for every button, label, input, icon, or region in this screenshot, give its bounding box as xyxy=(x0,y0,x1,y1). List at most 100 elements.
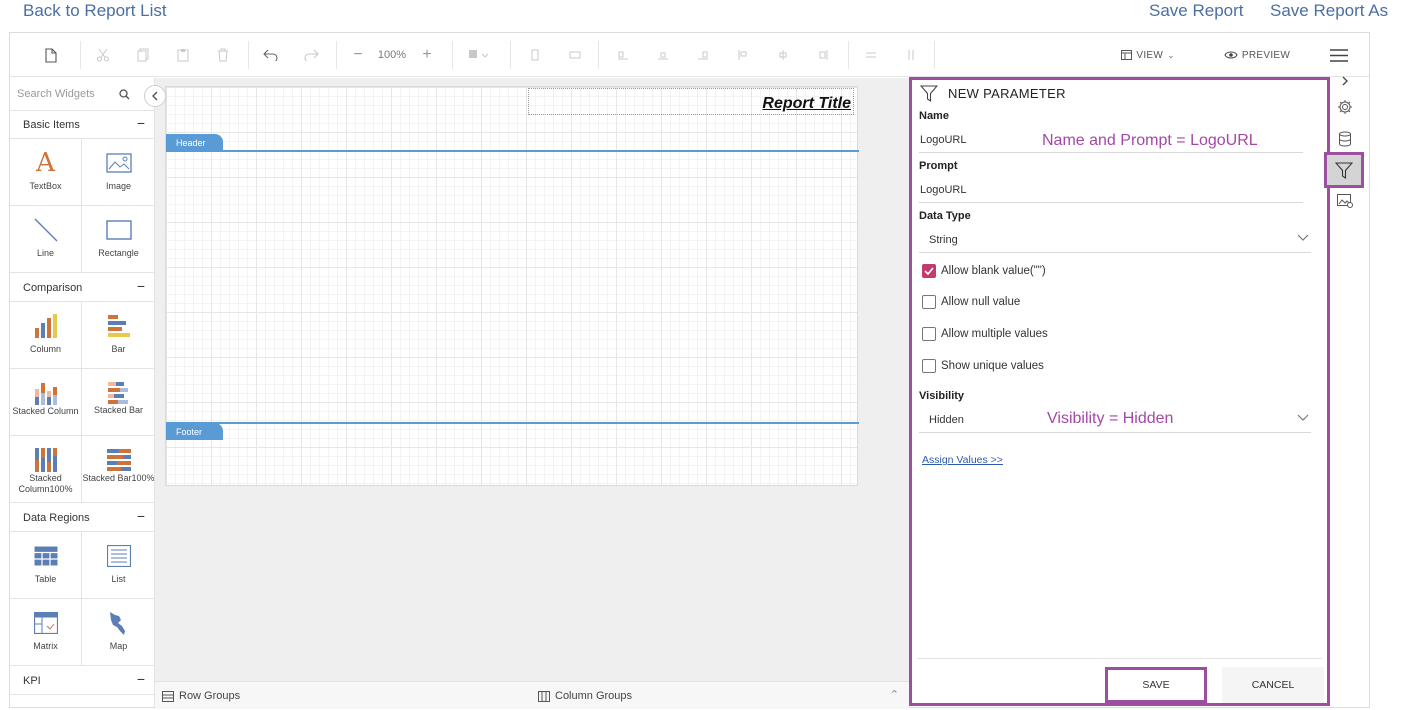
properties-strip xyxy=(1324,76,1364,707)
collapse-panel-button[interactable] xyxy=(144,85,166,107)
view-icon xyxy=(1121,50,1133,60)
parameters-filter-button[interactable] xyxy=(1324,152,1364,188)
stacked-column-100-icon xyxy=(10,446,81,474)
stacked-bar-100-icon xyxy=(82,446,154,474)
widget-stacked-bar[interactable]: Stacked Bar xyxy=(82,369,154,436)
delete-icon[interactable] xyxy=(210,33,236,77)
new-file-icon[interactable] xyxy=(38,33,64,77)
row-groups-button[interactable]: Row Groups xyxy=(162,690,240,702)
allow-null-checkbox[interactable]: Allow null value xyxy=(922,295,1020,309)
collapse-icon: − xyxy=(136,115,145,131)
collapse-icon: − xyxy=(136,671,145,687)
group-icon[interactable] xyxy=(522,33,548,77)
name-label: Name xyxy=(919,110,949,122)
allow-multiple-checkbox[interactable]: Allow multiple values xyxy=(922,327,1048,341)
header-band-tab[interactable]: Header xyxy=(166,134,223,151)
distribute-vertical-icon[interactable] xyxy=(898,33,924,77)
redo-icon[interactable] xyxy=(298,33,324,77)
paste-icon[interactable] xyxy=(170,33,196,77)
database-icon[interactable] xyxy=(1330,124,1360,154)
widget-image[interactable]: Image xyxy=(82,139,154,206)
top-nav: Back to Report List Save Report Save Rep… xyxy=(0,0,1406,26)
ungroup-icon[interactable] xyxy=(562,33,588,77)
widget-list[interactable]: List xyxy=(82,532,154,599)
view-menu[interactable]: VIEW ⌄ xyxy=(1118,33,1178,77)
search-input[interactable]: Search Widgets xyxy=(17,88,95,100)
save-button[interactable]: SAVE xyxy=(1105,667,1207,703)
checkbox-checked-icon xyxy=(922,264,936,278)
footer-band-line xyxy=(166,422,859,424)
copy-icon[interactable] xyxy=(130,33,156,77)
collapse-icon: − xyxy=(136,278,145,294)
assign-values-link[interactable]: Assign Values >> xyxy=(922,454,1003,466)
grouping-bar: Row Groups Column Groups ⌃ xyxy=(155,681,909,709)
rectangle-icon xyxy=(82,216,154,244)
prompt-label: Prompt xyxy=(919,160,958,172)
widget-stacked-column[interactable]: Stacked Column xyxy=(10,369,82,436)
widget-textbox[interactable]: A TextBox xyxy=(10,139,82,206)
category-basic-items[interactable]: Basic Items − xyxy=(10,111,154,139)
show-unique-checkbox[interactable]: Show unique values xyxy=(922,359,1044,373)
widget-matrix[interactable]: Matrix xyxy=(10,599,82,666)
filter-icon xyxy=(920,85,938,102)
undo-icon[interactable] xyxy=(258,33,284,77)
widget-search[interactable]: Search Widgets xyxy=(10,78,154,111)
report-title-textbox[interactable]: Report Title xyxy=(528,88,854,115)
align-bottom-icon[interactable] xyxy=(810,33,836,77)
stacked-column-icon xyxy=(10,379,81,407)
list-icon xyxy=(82,542,154,570)
widget-table[interactable]: Table xyxy=(10,532,82,599)
bar-chart-icon xyxy=(82,312,154,340)
design-canvas[interactable]: Report Title Header Footer xyxy=(155,78,909,681)
allow-blank-checkbox[interactable]: Allow blank value("") xyxy=(922,264,1046,278)
chevron-down-icon: ⌄ xyxy=(1167,49,1175,60)
align-left-icon[interactable] xyxy=(610,33,636,77)
align-middle-icon[interactable] xyxy=(770,33,796,77)
widget-line[interactable]: Line xyxy=(10,206,82,273)
column-groups-icon xyxy=(538,690,550,702)
category-comparison[interactable]: Comparison − xyxy=(10,274,154,302)
data-type-select[interactable]: String xyxy=(919,227,1311,253)
zoom-out-icon[interactable]: − xyxy=(345,33,371,77)
widget-bar[interactable]: Bar xyxy=(82,302,154,369)
prompt-input[interactable]: LogoURL xyxy=(919,177,1303,203)
chevrons-up-icon[interactable]: ⌃ xyxy=(890,688,899,701)
report-page[interactable]: Report Title Header Footer xyxy=(165,86,859,486)
row-groups-icon xyxy=(162,690,174,702)
category-data-regions[interactable]: Data Regions − xyxy=(10,504,154,532)
visibility-label: Visibility xyxy=(919,390,965,402)
align-right-icon[interactable] xyxy=(690,33,716,77)
image-icon xyxy=(82,149,154,177)
annotation-visibility: Visibility = Hidden xyxy=(1047,410,1174,427)
chevron-right-icon[interactable] xyxy=(1330,71,1360,91)
chevron-down-icon xyxy=(1297,233,1309,245)
table-icon xyxy=(10,542,81,570)
widget-rectangle[interactable]: Rectangle xyxy=(82,206,154,273)
parameter-panel: NEW PARAMETER Name LogoURL Name and Prom… xyxy=(909,77,1330,706)
align-top-icon[interactable] xyxy=(730,33,756,77)
line-icon xyxy=(10,216,81,244)
cut-icon[interactable] xyxy=(90,33,116,77)
image-settings-icon[interactable] xyxy=(1330,186,1360,216)
back-to-report-list-link[interactable]: Back to Report List xyxy=(23,1,167,21)
zoom-in-icon[interactable]: + xyxy=(414,33,440,77)
widget-stacked-column-100[interactable]: Stacked Column100% xyxy=(10,436,82,503)
order-icon[interactable] xyxy=(462,33,496,77)
zoom-level[interactable]: 100% xyxy=(374,33,410,77)
stacked-bar-icon xyxy=(82,379,154,407)
toolbar: − 100% + VIEW ⌄ PREVIEW xyxy=(10,33,1369,77)
preview-button[interactable]: PREVIEW xyxy=(1222,33,1292,77)
save-report-link[interactable]: Save Report xyxy=(1149,1,1244,21)
widget-map[interactable]: Map xyxy=(82,599,154,666)
distribute-horizontal-icon[interactable] xyxy=(858,33,884,77)
header-band-line xyxy=(166,150,859,152)
footer-band-tab[interactable]: Footer xyxy=(166,423,223,440)
gear-icon[interactable] xyxy=(1330,92,1360,122)
column-groups-button[interactable]: Column Groups xyxy=(538,690,632,702)
cancel-button[interactable]: CANCEL xyxy=(1222,667,1324,703)
category-kpi[interactable]: KPI − xyxy=(10,667,154,695)
widget-stacked-bar-100[interactable]: Stacked Bar100% xyxy=(82,436,154,503)
align-center-icon[interactable] xyxy=(650,33,676,77)
widget-column[interactable]: Column xyxy=(10,302,82,369)
save-report-as-link[interactable]: Save Report As xyxy=(1270,1,1388,21)
